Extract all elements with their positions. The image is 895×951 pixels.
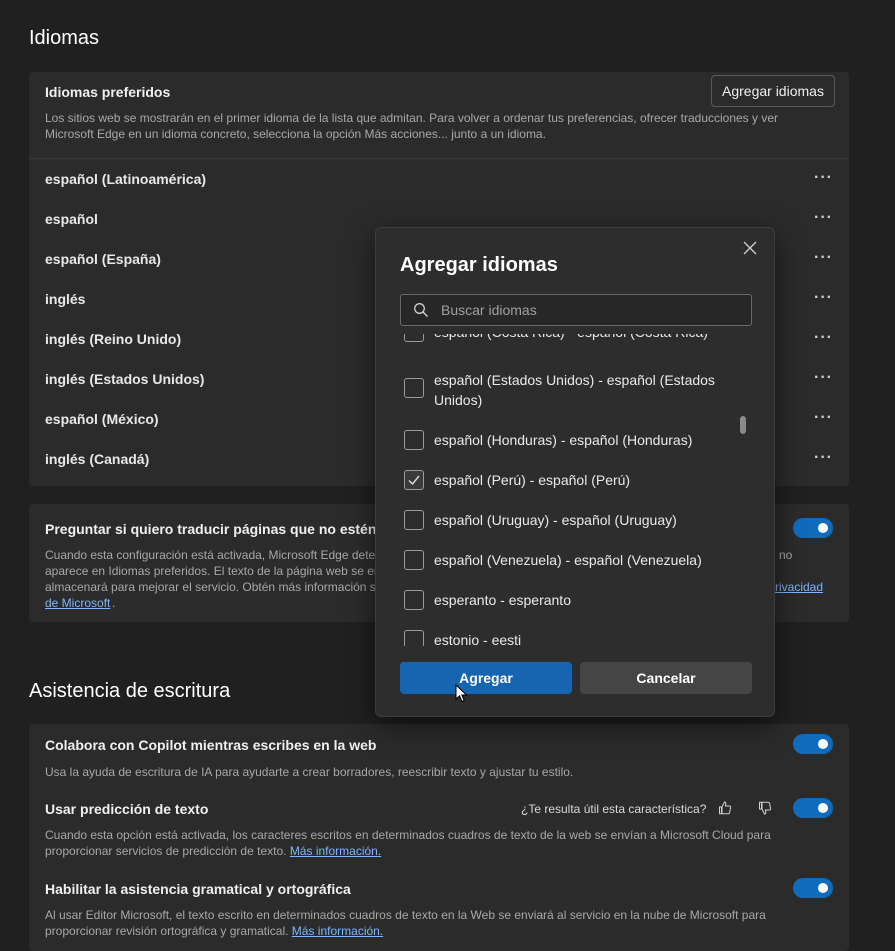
more-actions-icon[interactable]: ··· (814, 329, 833, 347)
option-label: esperanto - esperanto (434, 592, 571, 608)
search-input[interactable] (441, 295, 741, 325)
search-icon (414, 303, 428, 317)
option-checkbox[interactable] (404, 630, 424, 646)
search-box (400, 294, 752, 326)
option-label: español (Venezuela) - español (Venezuela… (434, 552, 702, 568)
section-title-writing: Asistencia de escritura (29, 680, 231, 702)
more-actions-icon[interactable]: ··· (814, 209, 833, 227)
translate-desc-line2: aparece en Idiomas preferidos. El texto … (45, 564, 381, 578)
writing-card: Colabora con Copilot mientras escribes e… (29, 724, 849, 951)
preferred-languages-title: Idiomas preferidos (45, 84, 171, 100)
option-checkbox[interactable] (404, 430, 424, 450)
language-label: inglés (Estados Unidos) (45, 371, 205, 387)
translate-toggle[interactable] (793, 518, 833, 538)
section-title-idiomas: Idiomas (29, 27, 100, 49)
cancel-button[interactable]: Cancelar (580, 662, 752, 694)
option-checkbox[interactable] (404, 550, 424, 570)
more-actions-icon[interactable]: ··· (814, 289, 833, 307)
more-actions-icon[interactable]: ··· (814, 369, 833, 387)
language-option[interactable]: español (Venezuela) - español (Venezuela… (376, 542, 776, 582)
preferred-languages-desc: Los sitios web se mostrarán en el primer… (45, 111, 779, 141)
grammar-title: Habilitar la asistencia gramatical y ort… (45, 881, 351, 897)
thumbs-down-icon[interactable] (757, 800, 773, 816)
language-option[interactable]: español (Uruguay) - español (Uruguay) (376, 502, 776, 542)
more-actions-icon[interactable]: ··· (814, 449, 833, 467)
language-label: español (Latinoamérica) (45, 171, 207, 187)
thumbs-up-icon[interactable] (717, 800, 733, 816)
translate-desc-end: . (112, 596, 116, 610)
add-languages-dialog: Agregar idiomas español (Costa Rica) - e… (375, 227, 775, 717)
option-checkbox-checked[interactable] (404, 470, 424, 490)
language-option[interactable]: español (Estados Unidos) - español (Esta… (376, 362, 776, 422)
language-item: español (Latinoamérica) ··· (29, 159, 849, 199)
feedback-question: ¿Te resulta útil esta característica? (521, 802, 707, 816)
grammar-desc: Al usar Editor Microsoft, el texto escri… (45, 907, 825, 939)
language-label: español (45, 211, 98, 227)
language-options-list[interactable]: español (Costa Rica) - español (Costa Ri… (376, 334, 776, 646)
language-option[interactable]: español (Costa Rica) - español (Costa Ri… (376, 334, 776, 362)
option-checkbox[interactable] (404, 334, 424, 342)
scrollbar-thumb[interactable] (740, 416, 746, 434)
prediction-more-info-link[interactable]: Más información. (290, 844, 381, 858)
translate-desc-line1: Cuando esta configuración está activada,… (45, 548, 382, 562)
option-checkbox[interactable] (404, 590, 424, 610)
privacy-link[interactable]: de Microsoft (45, 595, 110, 611)
language-label: español (España) (45, 251, 161, 267)
language-option[interactable]: español (Honduras) - español (Honduras) (376, 422, 776, 462)
more-actions-icon[interactable]: ··· (814, 169, 833, 187)
option-checkbox[interactable] (404, 378, 424, 398)
option-label: español (Costa Rica) - español (Costa Ri… (434, 334, 708, 342)
checkmark-icon (408, 475, 420, 486)
option-label: español (Uruguay) - español (Uruguay) (434, 512, 677, 528)
language-label: inglés (Canadá) (45, 451, 150, 467)
option-label: estonio - eesti (434, 632, 522, 646)
language-option[interactable]: esperanto - esperanto (376, 582, 776, 622)
add-button[interactable]: Agregar (400, 662, 572, 694)
dialog-title: Agregar idiomas (400, 254, 558, 276)
prediction-title: Usar predicción de texto (45, 801, 209, 817)
option-label: español (Estados Unidos) - español (Esta… (434, 372, 715, 408)
close-icon[interactable] (738, 236, 762, 260)
option-label: español (Honduras) - español (Honduras) (434, 432, 693, 448)
translate-title: Preguntar si quiero traducir páginas que… (45, 521, 397, 537)
copilot-desc: Usa la ayuda de escritura de IA para ayu… (45, 765, 574, 779)
more-actions-icon[interactable]: ··· (814, 409, 833, 427)
prediction-desc-text: Cuando esta opción está activada, los ca… (45, 828, 771, 858)
grammar-toggle[interactable] (793, 878, 833, 898)
privacy-link-part[interactable]: rivacidad (775, 579, 823, 595)
language-label: español (México) (45, 411, 159, 427)
language-label: inglés (Reino Unido) (45, 331, 182, 347)
language-option[interactable]: estonio - eesti (376, 622, 776, 646)
prediction-desc: Cuando esta opción está activada, los ca… (45, 827, 835, 859)
more-actions-icon[interactable]: ··· (814, 249, 833, 267)
copilot-toggle[interactable] (793, 734, 833, 754)
grammar-more-info-link[interactable]: Más información. (292, 924, 383, 938)
copilot-title: Colabora con Copilot mientras escribes e… (45, 737, 377, 753)
add-languages-button[interactable]: Agregar idiomas (711, 75, 835, 107)
option-label: español (Perú) - español (Perú) (434, 472, 631, 488)
translate-desc-line1-right: no (779, 548, 793, 562)
translate-desc-line3: almacenará para mejorar el servicio. Obt… (45, 580, 383, 594)
option-checkbox[interactable] (404, 510, 424, 530)
prediction-toggle[interactable] (793, 798, 833, 818)
language-option[interactable]: español (Perú) - español (Perú) (376, 462, 776, 502)
mouse-cursor-icon (455, 684, 468, 703)
grammar-desc-text: Al usar Editor Microsoft, el texto escri… (45, 908, 766, 938)
language-label: inglés (45, 291, 86, 307)
